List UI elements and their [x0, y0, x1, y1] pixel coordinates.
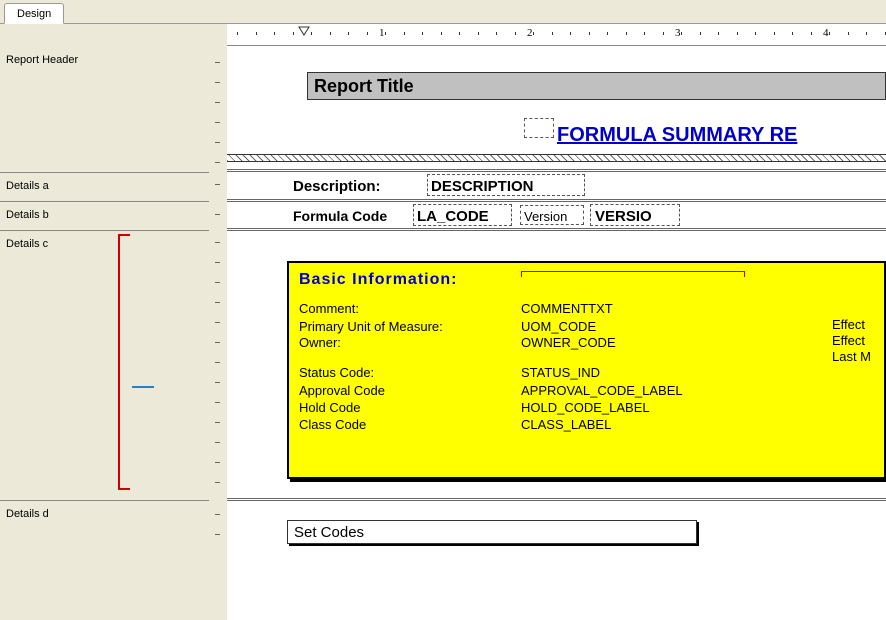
section-details-d[interactable]: Details d	[6, 508, 49, 520]
ruler-label: 4	[823, 27, 829, 39]
ruler-label: 1	[379, 27, 385, 39]
ruler-label: 2	[527, 27, 533, 39]
puom-field[interactable]: UOM_CODE	[521, 319, 596, 334]
class-label[interactable]: Class Code	[299, 417, 366, 432]
formula-code-field[interactable]: LA_CODE	[417, 208, 489, 225]
hold-field[interactable]: HOLD_CODE_LABEL	[521, 400, 650, 415]
tab-row: Design	[0, 0, 886, 24]
last-label[interactable]: Last M	[832, 349, 871, 364]
main-layout: 1 2 3 4 Report Header Details a Details …	[0, 24, 886, 620]
effect-label-1[interactable]: Effect	[832, 317, 865, 332]
description-field[interactable]: DESCRIPTION	[431, 178, 534, 195]
approval-field[interactable]: APPROVAL_CODE_LABEL	[521, 383, 683, 398]
annotation-bracket-h	[521, 271, 745, 277]
status-label[interactable]: Status Code:	[299, 365, 374, 380]
class-field[interactable]: CLASS_LABEL	[521, 417, 611, 432]
comment-field[interactable]: COMMENTTXT	[521, 301, 613, 316]
set-codes-label: Set Codes	[294, 524, 364, 541]
horizontal-ruler[interactable]: 1 2 3 4	[227, 24, 886, 46]
report-title-field[interactable]: Report Title	[307, 72, 886, 100]
section-divider-hatch	[227, 154, 886, 162]
owner-field[interactable]: OWNER_CODE	[521, 335, 616, 350]
comment-label[interactable]: Comment:	[299, 301, 359, 316]
tick-column	[209, 24, 227, 620]
status-field[interactable]: STATUS_IND	[521, 365, 600, 380]
basic-info-heading: Basic Information:	[299, 271, 457, 289]
version-field[interactable]: VERSIO	[595, 208, 652, 225]
design-canvas[interactable]: Report Title FORMULA SUMMARY RE Descript…	[227, 24, 886, 620]
owner-label[interactable]: Owner:	[299, 335, 341, 350]
section-details-a[interactable]: Details a	[6, 180, 49, 192]
report-link-title[interactable]: FORMULA SUMMARY RE	[557, 124, 797, 147]
annotation-bracket	[118, 234, 130, 490]
description-label[interactable]: Description:	[293, 178, 381, 195]
version-label[interactable]: Version	[524, 209, 567, 224]
puom-label[interactable]: Primary Unit of Measure:	[299, 319, 443, 334]
section-details-c[interactable]: Details c	[6, 238, 48, 250]
set-codes-field[interactable]: Set Codes	[287, 520, 697, 544]
ruler-marker-icon[interactable]	[297, 25, 311, 42]
approval-label[interactable]: Approval Code	[299, 383, 385, 398]
tab-design[interactable]: Design	[4, 3, 64, 24]
section-report-header[interactable]: Report Header	[6, 54, 78, 66]
basic-information-box[interactable]: Basic Information: Comment: COMMENTTXT P…	[287, 261, 886, 479]
formula-code-label[interactable]: Formula Code	[293, 208, 387, 224]
annotation-insert-mark	[132, 386, 154, 388]
section-details-b[interactable]: Details b	[6, 209, 49, 221]
section-column: Report Header Details a Details b Detail…	[0, 24, 209, 620]
hold-label[interactable]: Hold Code	[299, 400, 360, 415]
effect-label-2[interactable]: Effect	[832, 333, 865, 348]
ruler-label: 3	[675, 27, 681, 39]
